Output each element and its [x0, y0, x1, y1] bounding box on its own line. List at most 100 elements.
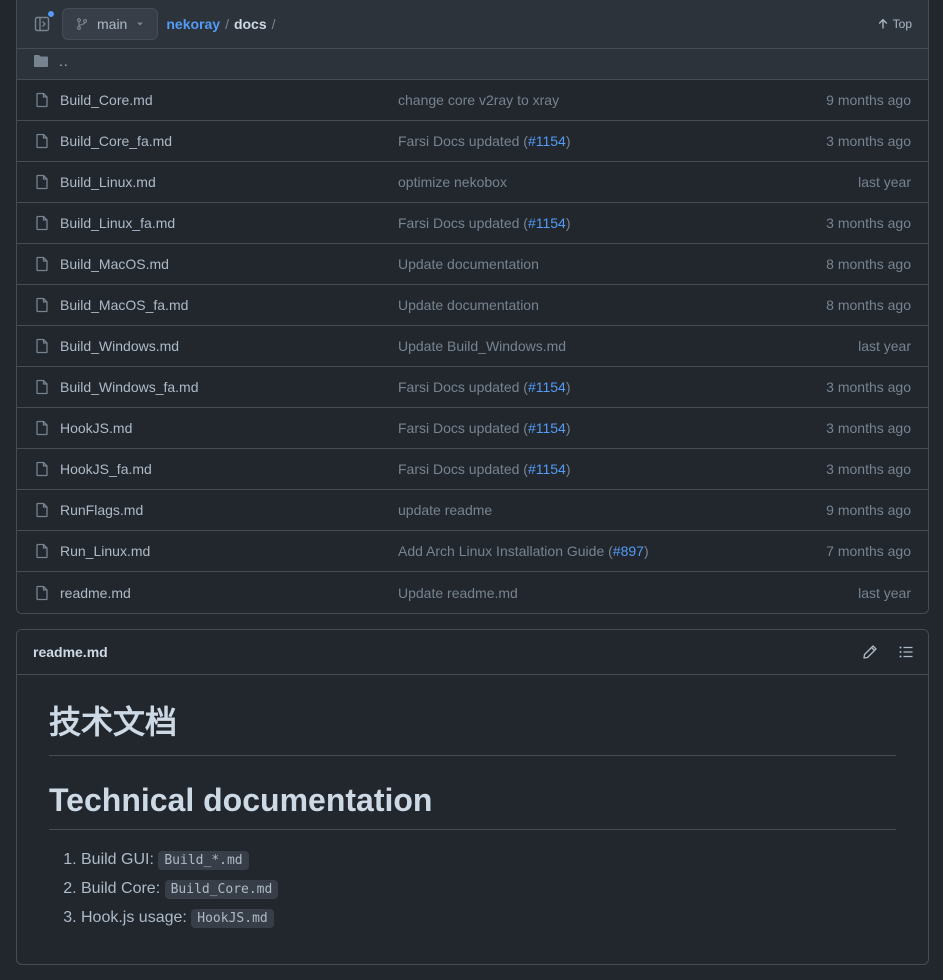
commit-message-link[interactable]: update readme: [398, 502, 826, 518]
commit-message-text: Farsi Docs updated (: [398, 461, 528, 477]
commit-age: 9 months ago: [826, 502, 911, 518]
file-name-link[interactable]: Build_Core.md: [60, 92, 398, 108]
commit-message-link[interactable]: Farsi Docs updated (#1154): [398, 420, 826, 436]
commit-message-close-paren: ): [565, 215, 571, 231]
commit-message-text: change core v2ray to xray: [398, 92, 560, 108]
file-icon: [36, 256, 48, 272]
file-name-link[interactable]: Build_Linux_fa.md: [60, 215, 398, 231]
commit-message-link[interactable]: optimize nekobox: [398, 174, 858, 190]
commit-message-text: Update readme.md: [398, 584, 518, 601]
file-row[interactable]: Build_Core.md change core v2ray to xray 9 …: [17, 80, 928, 121]
file-name-link[interactable]: Build_Core_fa.md: [60, 133, 398, 149]
file-row[interactable]: Build_MacOS_fa.md Update documentation 8 m…: [17, 285, 928, 326]
commit-message-link[interactable]: change core v2ray to xray: [398, 92, 826, 108]
pull-request-link[interactable]: #1154: [528, 379, 566, 395]
commit-message-text: optimize nekobox: [398, 174, 507, 190]
file-name-link[interactable]: HookJS.md: [60, 420, 398, 436]
commit-message-link[interactable]: Update readme.md: [398, 585, 858, 601]
commit-message-link[interactable]: Update documentation: [398, 256, 826, 272]
commit-age: 3 months ago: [826, 379, 911, 395]
sidebar-expand-icon: [34, 16, 50, 32]
file-name-link[interactable]: Build_Windows_fa.md: [60, 379, 398, 395]
readme-heading-chinese: 技术文档: [49, 697, 896, 756]
file-name-link[interactable]: HookJS_fa.md: [60, 461, 398, 477]
commit-message-link[interactable]: Update documentation: [398, 297, 826, 313]
file-icon: [36, 461, 48, 477]
file-row[interactable]: Build_Linux_fa.md Farsi Docs updated (#11…: [17, 203, 928, 244]
commit-message-close-paren: ): [565, 420, 571, 436]
commit-age: last year: [858, 338, 911, 354]
readme-panel: readme.md 技术文档 Technical documentation B…: [16, 629, 929, 965]
readme-list-item-label: Build Core:: [81, 880, 165, 897]
branch-name: main: [97, 16, 128, 32]
file-row[interactable]: Build_Windows_fa.md Farsi Docs updated (#…: [17, 367, 928, 408]
commit-message-text: Farsi Docs updated (: [398, 420, 528, 436]
file-icon: [36, 133, 48, 149]
commit-message-link[interactable]: Add Arch Linux Installation Guide (#897): [398, 543, 826, 559]
breadcrumb-separator: /: [225, 16, 229, 32]
back-to-top-button[interactable]: Top: [877, 17, 912, 31]
commit-age: last year: [858, 584, 911, 601]
file-row[interactable]: Run_Linux.md Add Arch Linux Installation …: [17, 531, 928, 572]
breadcrumb-current-folder: docs: [233, 16, 267, 32]
file-name-link[interactable]: Build_MacOS_fa.md: [60, 297, 398, 313]
list-outline-icon[interactable]: [898, 644, 914, 660]
pencil-icon[interactable]: [862, 644, 878, 660]
commit-age: 8 months ago: [826, 256, 911, 272]
pull-request-link[interactable]: #1154: [528, 420, 566, 436]
parent-directory-row[interactable]: ..: [17, 49, 928, 80]
breadcrumb-repo-link[interactable]: nekoray: [166, 16, 220, 32]
commit-message-text: Farsi Docs updated (: [398, 215, 528, 231]
pull-request-link[interactable]: #1154: [528, 461, 566, 477]
file-row[interactable]: Build_Windows.md Update Build_Windows.md l…: [17, 326, 928, 367]
commit-message-text: Update Build_Windows.md: [398, 338, 567, 354]
readme-list-item-label: Build GUI:: [81, 851, 159, 868]
pull-request-link[interactable]: #1154: [528, 133, 566, 149]
file-row[interactable]: Build_Core_fa.md Farsi Docs updated (#115…: [17, 121, 928, 162]
parent-directory-link[interactable]: ..: [59, 53, 69, 69]
file-list: .. Build_Core.md change core v2ray to xra…: [16, 49, 929, 614]
commit-message-text: Add Arch Linux Installation Guide (: [398, 543, 613, 559]
notification-dot: [47, 10, 55, 18]
file-name-link[interactable]: Run_Linux.md: [60, 543, 398, 559]
breadcrumb-trailing-separator: /: [271, 16, 276, 32]
file-icon: [36, 297, 48, 313]
file-name-link[interactable]: Build_Linux.md: [60, 174, 398, 190]
file-icon: [36, 543, 48, 559]
readme-list-item: Build Core: Build_Core.md: [81, 877, 896, 906]
readme-list-item-code: HookJS.md: [191, 909, 274, 928]
file-row[interactable]: HookJS_fa.md Farsi Docs updated (#1154) 3 …: [17, 449, 928, 490]
readme-list-item: Hook.js usage: HookJS.md: [81, 906, 896, 935]
file-row[interactable]: readme.md Update readme.md last year: [17, 572, 928, 613]
commit-message-link[interactable]: Farsi Docs updated (#1154): [398, 215, 826, 231]
commit-message-link[interactable]: Farsi Docs updated (#1154): [398, 379, 826, 395]
commit-message-close-paren: ): [565, 379, 571, 395]
file-name-link[interactable]: Build_Windows.md: [60, 338, 398, 354]
commit-age: last year: [858, 174, 911, 190]
back-to-top-label: Top: [892, 17, 912, 31]
commit-message-link[interactable]: Update Build_Windows.md: [398, 338, 858, 354]
commit-message-link[interactable]: Farsi Docs updated (#1154): [398, 133, 826, 149]
pull-request-link[interactable]: #1154: [528, 215, 566, 231]
file-row[interactable]: Build_Linux.md optimize nekobox last year: [17, 162, 928, 203]
file-row[interactable]: HookJS.md Farsi Docs updated (#1154) 3 mon…: [17, 408, 928, 449]
branch-selector-button[interactable]: main: [62, 8, 159, 40]
file-icon: [36, 174, 48, 190]
commit-message-close-paren: ): [565, 133, 571, 149]
pull-request-link[interactable]: #897: [613, 543, 644, 559]
commit-message-text: update readme: [398, 502, 493, 518]
file-row[interactable]: RunFlags.md update readme 9 months ago: [17, 490, 928, 531]
commit-age: 3 months ago: [826, 215, 911, 231]
file-tree-header: main nekoray / docs / Top: [16, 0, 929, 49]
arrow-up-icon: [878, 18, 887, 29]
file-name-link[interactable]: RunFlags.md: [60, 502, 398, 518]
readme-filename[interactable]: readme.md: [33, 644, 108, 660]
commit-age: 7 months ago: [826, 543, 911, 559]
side-panel-toggle-button[interactable]: [32, 10, 55, 34]
file-name-link[interactable]: Build_MacOS.md: [60, 256, 398, 272]
file-name-link[interactable]: readme.md: [60, 585, 398, 601]
commit-message-link[interactable]: Farsi Docs updated (#1154): [398, 461, 826, 477]
file-row[interactable]: Build_MacOS.md Update documentation 8 mont…: [17, 244, 928, 285]
file-icon: [36, 338, 48, 354]
git-branch-icon: [76, 18, 88, 30]
